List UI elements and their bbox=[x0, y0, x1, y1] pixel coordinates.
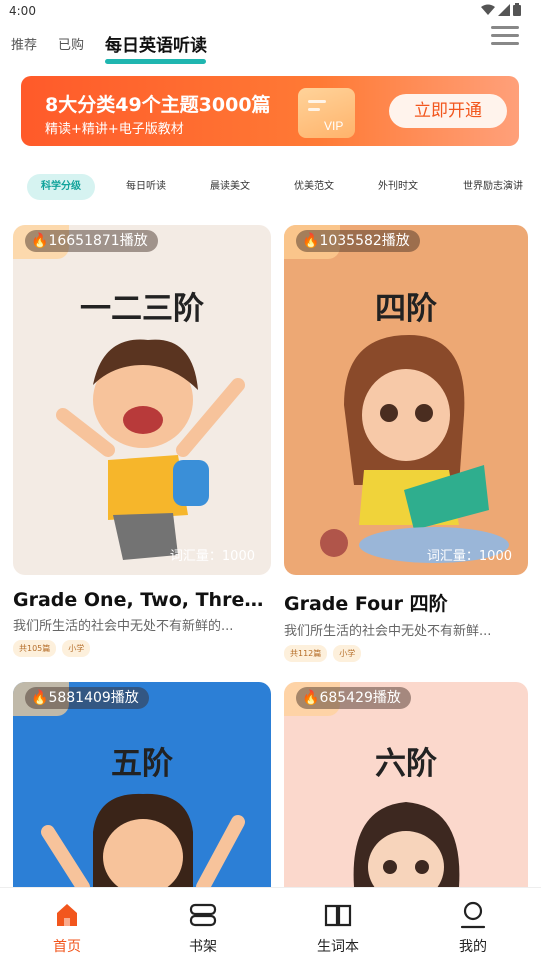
battery-icon bbox=[513, 3, 521, 16]
profile-icon bbox=[460, 901, 486, 929]
play-count-badge: 🔥1035582播放 bbox=[296, 230, 420, 252]
category-foreign-press[interactable]: 外刊时文 bbox=[378, 174, 418, 200]
fire-icon: 🔥 bbox=[302, 690, 320, 706]
tab-daily-english[interactable]: 每日英语听读 bbox=[105, 31, 207, 56]
vocab-count: 词汇量：1000 bbox=[426, 549, 512, 564]
vocab-count: 词汇量：1000 bbox=[169, 549, 255, 564]
category-row: 科学分级 每日听读 晨读美文 优美范文 外刊时文 世界励志演讲 bbox=[0, 174, 541, 200]
category-daily-listening[interactable]: 每日听读 bbox=[126, 174, 166, 200]
vip-card-icon: VIP bbox=[298, 88, 355, 138]
tab-bookshelf[interactable]: 书架 bbox=[163, 900, 243, 956]
card-tags: 共112篇 小学 bbox=[284, 645, 528, 662]
card-title: Grade One, Two, Three ... bbox=[13, 589, 271, 611]
tab-label: 生词本 bbox=[317, 939, 359, 955]
fire-icon: 🔥 bbox=[302, 233, 320, 249]
book-icon bbox=[324, 904, 352, 927]
category-morning-reading[interactable]: 晨读美文 bbox=[210, 174, 250, 200]
card-title: Grade Four 四阶 bbox=[284, 593, 448, 615]
card-cover: 🔥16651871播放 一二三阶 词汇量：1000 bbox=[13, 225, 271, 575]
bottom-tab-bar: 首页 书架 生词本 我的 bbox=[0, 887, 541, 962]
card-description: 我们所生活的社会中无处不有新鲜... bbox=[284, 624, 492, 639]
tab-home[interactable]: 首页 bbox=[27, 900, 107, 956]
card-tags: 共105篇 小学 bbox=[13, 640, 271, 657]
category-world-speeches[interactable]: 世界励志演讲 bbox=[463, 174, 523, 200]
tab-purchased[interactable]: 已购 bbox=[58, 34, 84, 53]
grade-label: 五阶 bbox=[111, 746, 173, 782]
course-card[interactable]: 🔥1035582播放 四阶 词汇量：1000 Grade Four 四阶 我们所… bbox=[284, 225, 528, 662]
grade-label: 一二三阶 bbox=[80, 291, 204, 327]
active-tab-indicator bbox=[105, 59, 206, 64]
bookshelf-icon bbox=[189, 903, 217, 927]
cartoon-girl-reading-illustration bbox=[320, 335, 509, 563]
play-count-badge: 🔥5881409播放 bbox=[25, 687, 149, 709]
wifi-icon bbox=[481, 4, 495, 15]
article-count-tag: 共105篇 bbox=[13, 640, 57, 657]
card-cover: 🔥685429播放 六阶 bbox=[284, 682, 528, 887]
play-count-badge: 🔥16651871播放 bbox=[25, 230, 158, 252]
card-cover: 🔥5881409播放 五阶 bbox=[13, 682, 271, 887]
tab-profile[interactable]: 我的 bbox=[433, 900, 513, 956]
card-cover: 🔥1035582播放 四阶 词汇量：1000 bbox=[284, 225, 528, 575]
status-icons bbox=[481, 3, 521, 16]
cartoon-boy-illustration bbox=[56, 339, 245, 560]
course-card[interactable]: 🔥5881409播放 五阶 bbox=[13, 682, 271, 887]
level-tag: 小学 bbox=[333, 645, 362, 662]
tab-label: 书架 bbox=[189, 939, 217, 955]
menu-icon bbox=[491, 26, 519, 29]
course-card[interactable]: 🔥685429播放 六阶 bbox=[284, 682, 528, 887]
grade-label: 六阶 bbox=[375, 746, 437, 782]
tab-label: 我的 bbox=[459, 939, 487, 955]
card-description: 我们所生活的社会中无处不有新鲜的... bbox=[13, 619, 234, 634]
svg-text:VIP: VIP bbox=[324, 119, 343, 133]
top-nav: 推荐 已购 每日英语听读 bbox=[0, 26, 541, 66]
banner-subtitle: 精读+精讲+电子版教材 bbox=[45, 122, 184, 137]
vip-banner[interactable]: 8大分类49个主题3000篇 精读+精讲+电子版教材 VIP 立即开通 bbox=[21, 76, 519, 146]
category-fine-essays[interactable]: 优美范文 bbox=[294, 174, 334, 200]
banner-title: 8大分类49个主题3000篇 bbox=[45, 94, 271, 116]
play-count-badge: 🔥685429播放 bbox=[296, 687, 411, 709]
home-icon bbox=[57, 904, 77, 926]
signal-icon bbox=[498, 3, 510, 16]
status-time: 4:00 bbox=[9, 4, 36, 18]
course-card[interactable]: 🔥16651871播放 一二三阶 词汇量：1000 Grade One, Two… bbox=[13, 225, 271, 657]
level-tag: 小学 bbox=[62, 640, 91, 657]
category-science-grading[interactable]: 科学分级 bbox=[27, 174, 95, 200]
status-bar: 4:00 bbox=[0, 0, 541, 24]
grade-label: 四阶 bbox=[375, 291, 437, 327]
tab-recommend[interactable]: 推荐 bbox=[11, 34, 37, 53]
fire-icon: 🔥 bbox=[31, 690, 49, 706]
article-count-tag: 共112篇 bbox=[284, 645, 328, 662]
activate-button[interactable]: 立即开通 bbox=[389, 94, 507, 128]
tab-label: 首页 bbox=[53, 939, 81, 955]
fire-icon: 🔥 bbox=[31, 233, 49, 249]
tab-vocabulary[interactable]: 生词本 bbox=[298, 900, 378, 956]
menu-button[interactable] bbox=[491, 26, 519, 50]
